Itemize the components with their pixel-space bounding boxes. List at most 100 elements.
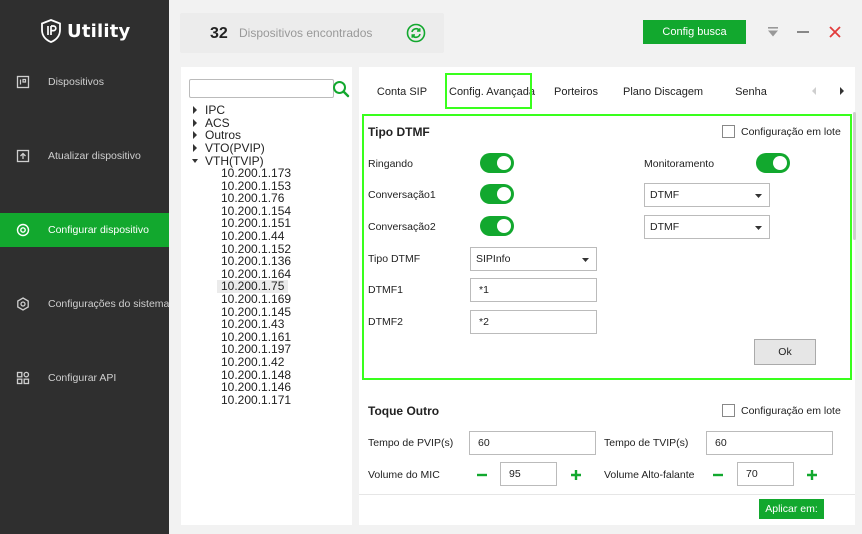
sidebar-item-configurar-dispositivo[interactable]: Configurar dispositivo bbox=[0, 213, 169, 247]
config-panel: Conta SIP Config. Avançada Porteiros Pla… bbox=[359, 67, 855, 525]
tab-plano-discagem[interactable]: Plano Discagem bbox=[623, 81, 703, 103]
caret-right-icon bbox=[193, 131, 197, 140]
sidebar-item-configuracoes-sistema[interactable]: Configurações do sistema bbox=[0, 287, 169, 321]
tree-ip-item[interactable]: 10.200.1.169 bbox=[217, 293, 295, 306]
toggle-knob bbox=[497, 219, 511, 233]
config-busca-button[interactable]: Config busca bbox=[643, 20, 746, 44]
filter-icon[interactable] bbox=[767, 26, 779, 38]
chevron-down-icon bbox=[755, 226, 762, 230]
toque-batch-checkbox[interactable] bbox=[722, 404, 735, 417]
speaker-volume-increase-icon[interactable] bbox=[805, 468, 819, 482]
caret-right-icon bbox=[193, 144, 197, 153]
device-count: 32 bbox=[210, 25, 228, 42]
sidebar-item-configurar-api[interactable]: Configurar API bbox=[0, 361, 169, 395]
grid-icon bbox=[16, 371, 30, 385]
tree-category[interactable]: ACS bbox=[192, 116, 230, 130]
sidebar-item-label: Configurar dispositivo bbox=[48, 224, 149, 236]
upload-icon bbox=[16, 149, 30, 163]
dtmf-section: Tipo DTMF Configuração em lote Ringando … bbox=[362, 114, 852, 380]
divider bbox=[359, 494, 855, 495]
chevron-down-icon bbox=[755, 194, 762, 198]
conversation1-select[interactable]: DTMF bbox=[644, 183, 770, 207]
device-tree-panel: IPC ACS Outros VTO(PVIP) VTH(TVIP) 10.200.1.… bbox=[181, 67, 352, 525]
speaker-volume-decrease-icon[interactable] bbox=[711, 468, 725, 482]
caret-down-icon bbox=[192, 158, 198, 163]
tree-ip-item[interactable]: 10.200.1.173 bbox=[217, 167, 295, 180]
tree-ip-item[interactable]: 10.200.1.76 bbox=[217, 192, 288, 205]
speaker-volume-label: Volume Alto-falante bbox=[604, 469, 695, 481]
tab-porteiros[interactable]: Porteiros bbox=[549, 81, 603, 103]
toggle-knob bbox=[497, 187, 511, 201]
tree-category[interactable]: IPC bbox=[192, 103, 225, 117]
refresh-icon[interactable] bbox=[406, 23, 426, 43]
mic-volume-label: Volume do MIC bbox=[368, 469, 440, 481]
conversation2-select[interactable]: DTMF bbox=[644, 215, 770, 239]
ringing-label: Ringando bbox=[368, 158, 413, 170]
ringing-toggle[interactable] bbox=[480, 153, 514, 173]
conversation2-toggle[interactable] bbox=[480, 216, 514, 236]
sidebar-item-label: Configurar API bbox=[48, 372, 117, 384]
tree-ip-item[interactable]: 10.200.1.146 bbox=[217, 381, 295, 394]
apply-button[interactable]: Aplicar em: bbox=[759, 499, 824, 519]
tab-scroll-left-icon[interactable] bbox=[810, 86, 818, 96]
monitoring-label: Monitoramento bbox=[644, 158, 715, 170]
tree-search-input[interactable] bbox=[189, 79, 334, 98]
search-icon[interactable] bbox=[332, 80, 350, 98]
dtmf2-label: DTMF2 bbox=[368, 316, 403, 328]
shield-logo-icon bbox=[41, 19, 61, 43]
tree-ip-item[interactable]: 10.200.1.136 bbox=[217, 255, 295, 268]
ok-button[interactable]: Ok bbox=[754, 339, 816, 365]
sidebar-item-atualizar[interactable]: Atualizar dispositivo bbox=[0, 139, 169, 173]
sidebar: Utility Dispositivos Atualizar dispositi… bbox=[0, 0, 169, 534]
conversation1-label: Conversação1 bbox=[368, 189, 436, 201]
mic-volume-decrease-icon[interactable] bbox=[475, 468, 489, 482]
target-icon bbox=[16, 223, 30, 237]
tree-ip-item[interactable]: 10.200.1.171 bbox=[217, 394, 295, 407]
sidebar-item-dispositivos[interactable]: Dispositivos bbox=[0, 65, 169, 99]
tvip-time-label: Tempo de TVIP(s) bbox=[604, 437, 689, 449]
app-name: Utility bbox=[67, 20, 131, 42]
select-value: DTMF bbox=[650, 189, 680, 201]
active-tab-highlight bbox=[445, 73, 532, 109]
dtmf-batch-checkbox[interactable] bbox=[722, 125, 735, 138]
toggle-knob bbox=[773, 156, 787, 170]
pvip-time-input[interactable] bbox=[469, 431, 596, 455]
dtmf-type-select[interactable]: SIPInfo bbox=[470, 247, 597, 271]
speaker-volume-input[interactable] bbox=[737, 462, 794, 486]
pvip-time-label: Tempo de PVIP(s) bbox=[368, 437, 454, 449]
sidebar-item-label: Configurações do sistema bbox=[48, 298, 170, 310]
mic-volume-input[interactable] bbox=[500, 462, 557, 486]
dtmf2-input[interactable] bbox=[470, 310, 597, 334]
tree-category[interactable]: VTO(PVIP) bbox=[192, 141, 265, 155]
tab-conta-sip[interactable]: Conta SIP bbox=[374, 81, 430, 103]
tree-category[interactable]: Outros bbox=[192, 128, 241, 142]
hex-gear-icon bbox=[17, 297, 29, 311]
minimize-icon[interactable] bbox=[797, 31, 809, 33]
scrollbar[interactable] bbox=[853, 112, 856, 240]
toggle-knob bbox=[497, 156, 511, 170]
devices-icon bbox=[16, 75, 30, 89]
close-icon[interactable] bbox=[828, 25, 842, 39]
dtmf-batch-label: Configuração em lote bbox=[741, 126, 841, 138]
tree-ip-item[interactable]: 10.200.1.43 bbox=[217, 318, 288, 331]
monitoring-toggle[interactable] bbox=[756, 153, 790, 173]
chevron-down-icon bbox=[582, 258, 589, 262]
select-value: SIPInfo bbox=[476, 253, 511, 265]
tvip-time-input[interactable] bbox=[706, 431, 833, 455]
conversation1-toggle[interactable] bbox=[480, 184, 514, 204]
tab-scroll-right-icon[interactable] bbox=[838, 86, 846, 96]
toque-section-title: Toque Outro bbox=[368, 404, 440, 418]
dtmf-section-title: Tipo DTMF bbox=[368, 125, 430, 139]
toque-batch-label: Configuração em lote bbox=[741, 405, 841, 417]
tab-senha[interactable]: Senha bbox=[726, 81, 776, 103]
dtmf1-label: DTMF1 bbox=[368, 284, 403, 296]
caret-right-icon bbox=[193, 106, 197, 115]
caret-right-icon bbox=[193, 118, 197, 127]
dtmf1-input[interactable] bbox=[470, 278, 597, 302]
mic-volume-increase-icon[interactable] bbox=[569, 468, 583, 482]
dtmf-type-label: Tipo DTMF bbox=[368, 253, 421, 265]
tree-ip-item[interactable]: 10.200.1.44 bbox=[217, 230, 288, 243]
app-logo: Utility bbox=[40, 18, 130, 44]
tree-ip-item[interactable]: 10.200.1.42 bbox=[217, 356, 288, 369]
sidebar-item-label: Atualizar dispositivo bbox=[48, 150, 141, 162]
